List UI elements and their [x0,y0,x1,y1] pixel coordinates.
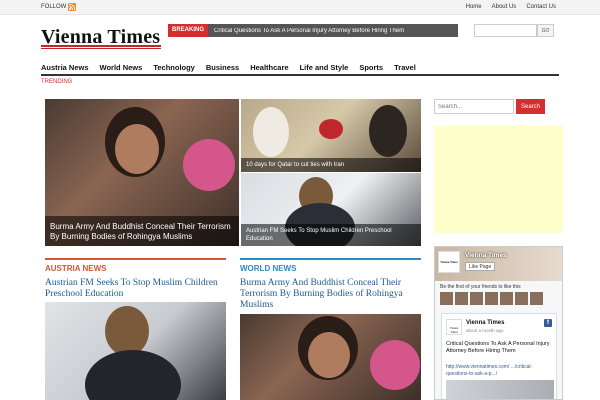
austria-news-heading[interactable]: AUSTRIA NEWS [45,258,226,273]
photo-figure [369,105,407,157]
breaking-tag: BREAKING [168,24,209,37]
header-search: GO [474,24,554,37]
nav-item-business[interactable]: Business [206,63,239,72]
photo-face [105,306,149,356]
featured-bottom-right-caption[interactable]: Austrian FM Seeks To Stop Muslim Childre… [241,224,421,246]
follow-label: FOLLOW [41,4,67,10]
logo-underline-thin [41,48,161,49]
sidebar-search-input[interactable] [434,99,514,114]
main-nav: Austria News World News Technology Busin… [41,60,559,74]
nav-item-sports[interactable]: Sports [359,63,383,72]
about-us-link[interactable]: About Us [492,4,517,10]
nav-item-technology[interactable]: Technology [153,63,195,72]
advertisement-placeholder [434,126,563,233]
facebook-page-name[interactable]: Vienna Times [465,252,507,259]
world-news-heading[interactable]: WORLD NEWS [240,258,421,273]
avatar[interactable] [440,292,453,305]
home-link[interactable]: Home [466,4,482,10]
facebook-post-author[interactable]: Vienna Times [466,320,504,326]
facebook-post-image[interactable] [446,380,554,399]
avatar[interactable] [455,292,468,305]
facebook-page-thumbnail[interactable]: Vienna Times [438,251,460,273]
avatar[interactable] [500,292,513,305]
featured-top-right-story[interactable]: 10 days for Qatar to cut ties with Iran [241,99,421,172]
facebook-friends-text: Be the first of your friends to like thi… [440,284,521,290]
contact-us-link[interactable]: Contact Us [526,4,556,10]
avatar[interactable] [530,292,543,305]
nav-item-life-and-style[interactable]: Life and Style [300,63,349,72]
facebook-post-avatar[interactable]: Vienna Times [446,319,462,335]
breaking-news-bar: BREAKING Critical Questions To Ask A Per… [168,24,458,37]
facebook-post-text: Critical Questions To Ask A Personal Inj… [446,341,550,354]
austria-news-title[interactable]: Austrian FM Seeks To Stop Muslim Childre… [45,278,226,300]
logo-underline [41,45,161,47]
facebook-post-link[interactable]: http://www.viennatimes.com/ .../critical… [446,364,554,377]
featured-top-right-caption[interactable]: 10 days for Qatar to cut ties with Iran [241,158,421,172]
photo-suit [85,350,181,400]
facebook-friend-faces [440,292,543,305]
sidebar-search-button[interactable]: Search [516,99,545,114]
photo-face [308,332,350,378]
facebook-post: Vienna Times Vienna Times about a month … [441,313,557,399]
header-search-input[interactable] [474,24,537,37]
photo-figure [253,107,289,157]
sidebar-search: Search [434,99,545,114]
breaking-headline[interactable]: Critical Questions To Ask A Personal Inj… [208,28,404,34]
facebook-post-time[interactable]: about a month ago [466,328,504,333]
facebook-icon: f [544,319,552,327]
nav-divider [41,74,559,76]
rss-icon[interactable] [68,3,76,11]
top-bar: FOLLOW Home About Us Contact Us [0,0,600,15]
photo-headscarf [370,340,420,390]
featured-bottom-right-story[interactable]: Austrian FM Seeks To Stop Muslim Childre… [241,173,421,246]
avatar[interactable] [485,292,498,305]
nav-item-austria-news[interactable]: Austria News [41,63,89,72]
world-news-title[interactable]: Burma Army And Buddhist Conceal Their Te… [240,278,421,311]
photo-face [115,124,159,174]
top-links: Home About Us Contact Us [466,4,556,10]
like-label: Like Page [469,264,492,270]
world-news-thumbnail[interactable] [240,314,421,400]
photo-headscarf [183,139,235,191]
avatar[interactable] [515,292,528,305]
nav-item-travel[interactable]: Travel [394,63,416,72]
facebook-widget: Vienna Times Vienna Times Like Page Be t… [434,246,563,400]
avatar[interactable] [470,292,483,305]
photo-flowers [319,119,343,139]
nav-item-healthcare[interactable]: Healthcare [250,63,288,72]
nav-item-world-news[interactable]: World News [100,63,143,72]
header-search-button[interactable]: GO [537,24,554,37]
austria-news-thumbnail[interactable] [45,302,226,400]
facebook-like-button[interactable]: Like Page [465,262,496,271]
featured-main-caption[interactable]: Burma Army And Buddhist Conceal Their Te… [45,216,239,246]
trending-label: TRENDING [41,79,73,85]
featured-main-story[interactable]: Burma Army And Buddhist Conceal Their Te… [45,99,239,246]
